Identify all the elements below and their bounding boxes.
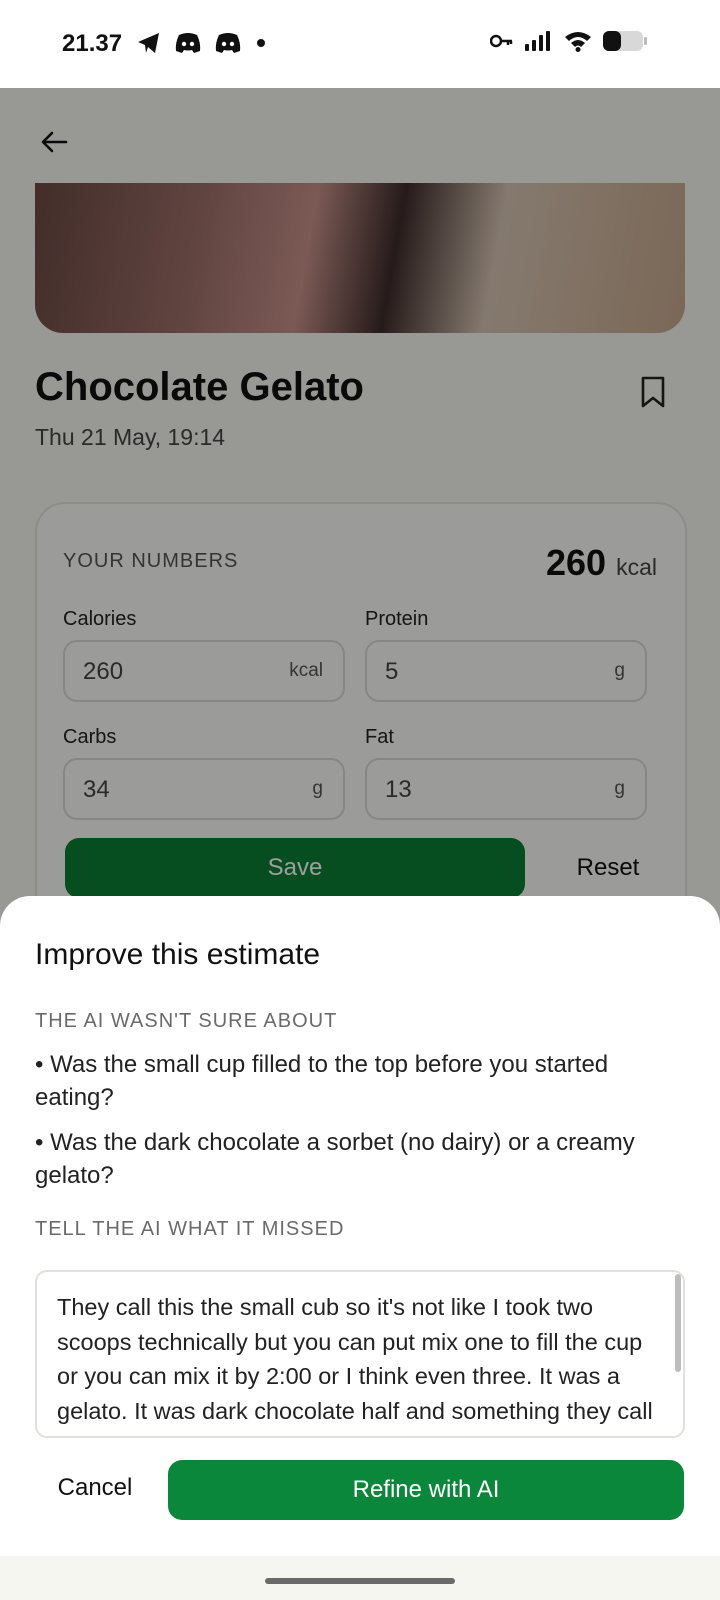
sheet-title: Improve this estimate [35, 938, 321, 971]
status-bar: 21.37 [0, 0, 720, 88]
discord-icon [215, 33, 241, 53]
wifi-icon [565, 32, 591, 52]
feedback-text: They call this the small cub so it's not… [57, 1294, 653, 1436]
system-nav-bar [0, 1556, 720, 1600]
battery-icon [603, 31, 647, 51]
notification-icons [136, 30, 268, 56]
status-time: 21.37 [62, 30, 123, 57]
telegram-icon [138, 33, 159, 53]
bullet: • [35, 1129, 51, 1156]
cancel-button[interactable]: Cancel [35, 1458, 155, 1518]
signal-icon [525, 31, 550, 51]
refine-with-ai-button[interactable]: Refine with AI [168, 1460, 684, 1520]
bullet: • [35, 1051, 51, 1078]
vpn-key-icon [490, 34, 513, 48]
system-icons [490, 30, 648, 52]
question-item: • Was the dark chocolate a sorbet (no da… [35, 1126, 685, 1192]
textarea-scrollbar[interactable] [675, 1274, 681, 1372]
uncertain-section-label: THE AI WASN'T SURE ABOUT [35, 1010, 338, 1032]
question-text: Was the dark chocolate a sorbet (no dair… [35, 1129, 635, 1189]
question-text: Was the small cup filled to the top befo… [35, 1051, 609, 1111]
discord-icon [175, 33, 201, 53]
home-gesture-handle[interactable] [265, 1578, 455, 1584]
dot-icon [257, 39, 265, 47]
missed-section-label: TELL THE AI WHAT IT MISSED [35, 1218, 345, 1240]
improve-estimate-sheet: Improve this estimate THE AI WASN'T SURE… [0, 896, 720, 1556]
feedback-textarea[interactable]: They call this the small cub so it's not… [35, 1270, 685, 1438]
question-item: • Was the small cup filled to the top be… [35, 1048, 685, 1114]
